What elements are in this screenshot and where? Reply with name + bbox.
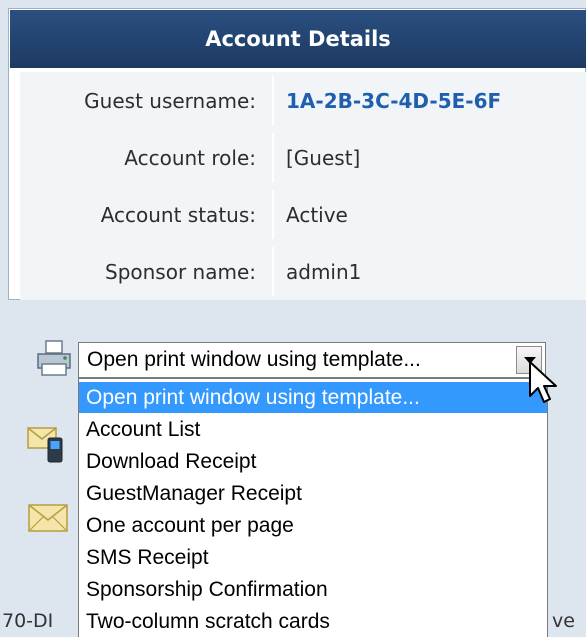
print-template-select[interactable]: Open print window using template... [78,342,546,378]
detail-label: Account role: [124,145,256,170]
footer-partial-text: 70-DI [2,610,54,632]
detail-row-role: Account role: [Guest] [20,129,586,186]
detail-row-sponsor: Sponsor name: admin1 [20,243,586,300]
dropdown-option[interactable]: Open print window using template... [79,382,547,413]
account-details-title: Account Details [10,10,586,68]
detail-label: Guest username: [84,88,256,113]
detail-label: Account status: [100,202,256,227]
dropdown-option[interactable]: One account per page [79,510,547,541]
dropdown-option[interactable]: Sponsorship Confirmation [79,574,547,605]
dropdown-option[interactable]: Two-column scratch cards [79,606,547,637]
dropdown-option[interactable]: Download Receipt [79,446,547,477]
account-status-value: Active [286,202,348,227]
print-template-selected-value: Open print window using template... [87,348,421,371]
printer-icon[interactable] [34,338,74,378]
detail-row-username: Guest username: 1A-2B-3C-4D-5E-6F [20,72,586,129]
print-template-dropdown: Open print window using template... Acco… [78,378,548,637]
sms-mail-icon[interactable] [26,420,70,464]
dropdown-option[interactable]: Account List [79,414,547,445]
sponsor-name-value: admin1 [286,259,362,284]
detail-row-status: Account status: Active [20,186,586,243]
footer-partial-text-right: ve [552,610,575,632]
mouse-cursor-icon [529,361,557,403]
dropdown-option[interactable]: SMS Receipt [79,542,547,573]
account-role-value: [Guest] [286,145,361,170]
email-icon[interactable] [26,500,70,536]
dropdown-option[interactable]: GuestManager Receipt [79,478,547,509]
detail-label: Sponsor name: [105,259,256,284]
guest-username-value[interactable]: 1A-2B-3C-4D-5E-6F [286,72,501,129]
